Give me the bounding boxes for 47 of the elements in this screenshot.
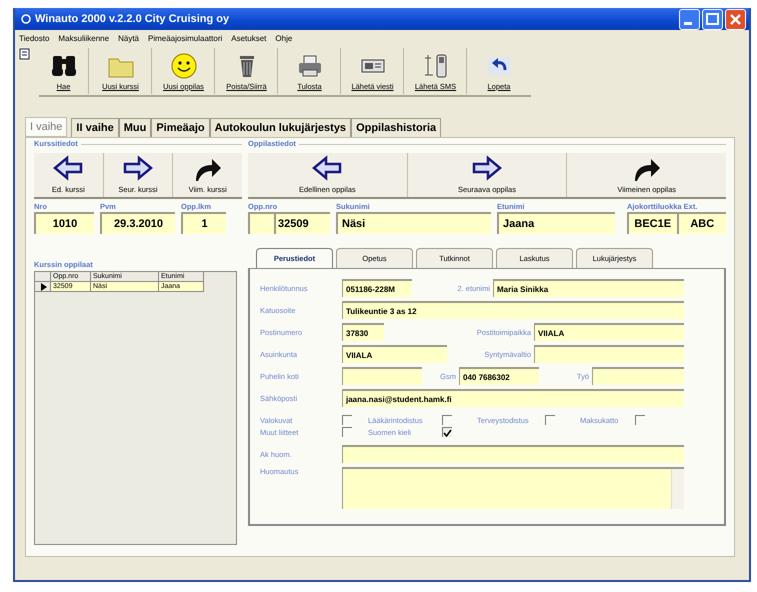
input-field[interactable] [342, 445, 684, 463]
menu-item[interactable]: Pimeäajosimulaattori [148, 34, 222, 42]
input-field[interactable]: 1 [181, 212, 226, 234]
menu-item[interactable]: Asetukset [231, 34, 266, 42]
input-field[interactable]: VIIALA [534, 323, 684, 341]
menu-item[interactable]: Ohje [275, 34, 292, 42]
window-title: Winauto 2000 v.2.2.0 City Cruising oy [35, 13, 230, 25]
left-arrow-icon [52, 155, 84, 183]
app-icon [21, 14, 31, 24]
checkbox[interactable] [442, 427, 452, 437]
input-field[interactable] [534, 345, 684, 363]
input-field[interactable]: VIIALA [342, 345, 447, 363]
tab[interactable]: Muu [118, 118, 152, 137]
input-field[interactable]: Maria Sinikka [493, 279, 684, 297]
input-field[interactable]: 32509 [248, 212, 330, 234]
input-field[interactable]: 1010 [34, 212, 94, 234]
tab[interactable]: I vaihe [25, 117, 68, 137]
input-field[interactable]: 040 7686302 [459, 367, 539, 385]
input-field[interactable]: Jaana [497, 212, 615, 234]
input-field[interactable]: jaana.nasi@student.hamk.fi [342, 389, 684, 407]
input-field[interactable]: Näsi [336, 212, 491, 234]
tab[interactable]: Pimeäajo [151, 118, 210, 137]
checkbox[interactable] [442, 415, 452, 425]
left-arrow-icon [311, 155, 344, 183]
input-field[interactable]: 37830 [342, 323, 384, 341]
right-arrow-icon [471, 155, 503, 183]
menu-item[interactable]: Maksuliikenne [58, 34, 110, 42]
scrollbar[interactable] [671, 469, 684, 509]
tab[interactable]: II vaihe [71, 118, 119, 137]
input-field[interactable] [342, 367, 422, 385]
tab[interactable]: Autokoulun lukujärjestys [210, 118, 352, 137]
pointer-icon [40, 282, 46, 290]
document-icon [19, 48, 31, 60]
input-field[interactable]: Tulikeuntie 3 as 12 [342, 301, 684, 319]
smiley-icon [170, 52, 198, 80]
input-field[interactable]: 29.3.2010 [100, 212, 175, 234]
input-field[interactable]: ABC [676, 212, 726, 234]
checkbox[interactable] [342, 415, 352, 425]
text-area[interactable] [342, 467, 684, 509]
menu-item[interactable]: Tiedosto [19, 34, 50, 42]
tab[interactable]: Oppilashistoria [351, 118, 442, 137]
input-field[interactable]: BEC1E [627, 212, 676, 234]
right-arrow-icon [122, 155, 154, 183]
menu-item[interactable]: Näytä [118, 34, 139, 42]
input-field[interactable] [592, 367, 684, 385]
input-field[interactable]: 051186-228M [342, 279, 412, 297]
check-icon [443, 428, 452, 436]
